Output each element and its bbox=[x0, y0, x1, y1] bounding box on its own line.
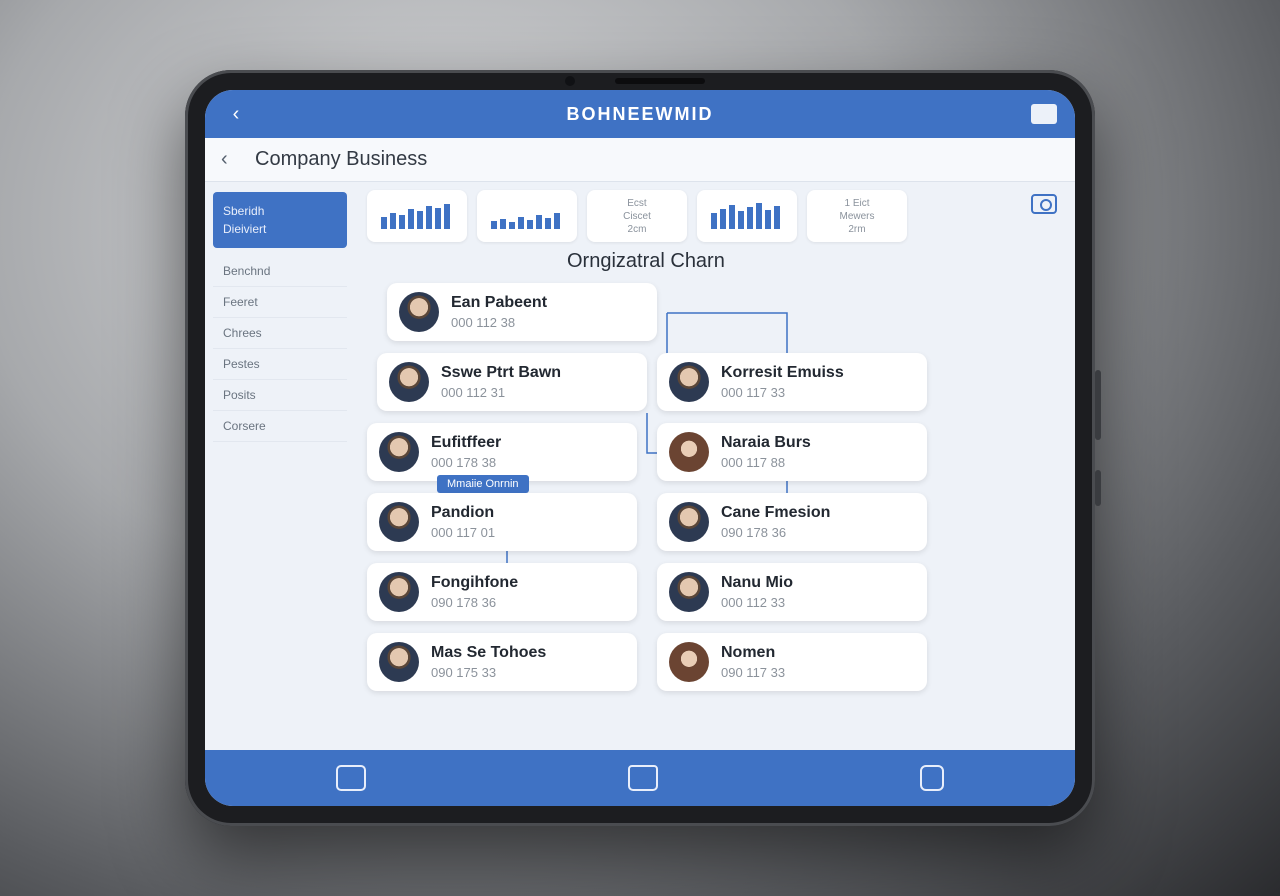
bar-sparkline bbox=[491, 213, 560, 229]
sidebar-item[interactable]: Chrees bbox=[213, 318, 347, 349]
kpi-bar-widget[interactable] bbox=[477, 190, 577, 242]
sidebar: Sberidh Dieiviert Benchnd Feeret Chrees … bbox=[205, 182, 355, 702]
employee-card[interactable]: Mas Se Tohoes 090 175 33 bbox=[367, 633, 637, 691]
sidebar-item[interactable]: Posits bbox=[213, 380, 347, 411]
employee-phone: 090 178 36 bbox=[431, 595, 497, 610]
employee-name: Ean Pabeent bbox=[451, 294, 548, 311]
back-icon[interactable]: ‹ bbox=[223, 101, 249, 127]
sidebar-item[interactable]: Benchnd bbox=[213, 256, 347, 287]
employee-name: Pandion bbox=[431, 504, 495, 521]
org-chart: Ean Pabeent 000 112 38 Sswe Ptrt Bawn 000 1… bbox=[367, 283, 1063, 703]
employee-phone: 090 117 33 bbox=[721, 665, 786, 680]
employee-name: Fongihfone bbox=[431, 574, 519, 591]
employee-card[interactable]: Korresit Emuiss 000 117 33 bbox=[657, 353, 927, 411]
avatar bbox=[379, 642, 419, 682]
employee-name: Naraia Burs bbox=[721, 434, 811, 451]
employee-phone: 000 117 01 bbox=[431, 525, 496, 540]
page-title: Company Business bbox=[255, 148, 428, 170]
employee-name: Cane Fmesion bbox=[721, 504, 831, 521]
avatar bbox=[379, 502, 419, 542]
home-icon[interactable] bbox=[628, 765, 658, 791]
kpi-text-widget[interactable]: Ecst Ciscet 2cm bbox=[587, 190, 687, 242]
kpi-bar-widget[interactable] bbox=[697, 190, 797, 242]
employee-card[interactable]: Ean Pabeent 000 112 38 bbox=[387, 283, 657, 341]
front-camera bbox=[565, 76, 575, 86]
employee-name: Mas Se Tohoes bbox=[431, 644, 547, 661]
sidebar-header-line: Dieiviert bbox=[223, 222, 267, 236]
avatar bbox=[379, 432, 419, 472]
main-content: Ecst Ciscet 2cm 1 Eict Mewers 2rm Orngiz… bbox=[355, 182, 1075, 702]
employee-card[interactable]: Cane Fmesion 090 178 36 bbox=[657, 493, 927, 551]
avatar bbox=[669, 502, 709, 542]
employee-phone: 000 117 88 bbox=[721, 455, 786, 470]
employee-card[interactable]: Nanu Mio 000 112 33 bbox=[657, 563, 927, 621]
employee-phone: 090 175 33 bbox=[431, 665, 497, 680]
kpi-bar-widget[interactable] bbox=[367, 190, 467, 242]
employee-phone: 000 112 38 bbox=[451, 315, 516, 330]
employee-name: Sswe Ptrt Bawn bbox=[441, 364, 562, 381]
employee-card[interactable]: Naraia Burs 000 117 88 bbox=[657, 423, 927, 481]
employee-phone: 000 117 33 bbox=[721, 385, 786, 400]
sidebar-item[interactable]: Corsere bbox=[213, 411, 347, 442]
org-chart-title: Orngizatral Charn bbox=[567, 250, 725, 272]
employee-phone: 000 112 31 bbox=[441, 385, 506, 400]
employee-card[interactable]: Fongihfone 090 178 36 bbox=[367, 563, 637, 621]
avatar bbox=[669, 572, 709, 612]
camera-icon[interactable] bbox=[1031, 194, 1057, 214]
employee-name: Nomen bbox=[721, 644, 776, 661]
bar-sparkline bbox=[711, 203, 780, 229]
calendar-icon[interactable] bbox=[336, 765, 366, 791]
employee-card[interactable]: Eufitffeer 000 178 38 Mmaiie Onrnin bbox=[367, 423, 637, 493]
employee-name: Korresit Emuiss bbox=[721, 364, 844, 381]
sidebar-item[interactable]: Pestes bbox=[213, 349, 347, 380]
app-brand: BOHNEEWMID bbox=[566, 103, 714, 124]
power-button bbox=[1095, 470, 1101, 506]
avatar bbox=[669, 362, 709, 402]
employee-phone: 000 112 33 bbox=[721, 595, 786, 610]
kpi-row: Ecst Ciscet 2cm 1 Eict Mewers 2rm bbox=[367, 190, 1063, 242]
employee-card[interactable]: Nomen 090 117 33 bbox=[657, 633, 927, 691]
employee-phone: 090 178 36 bbox=[721, 525, 787, 540]
kpi-text-line: Ciscet bbox=[623, 210, 651, 222]
menu-icon[interactable] bbox=[1031, 104, 1057, 124]
employee-card[interactable]: Sswe Ptrt Bawn 000 112 31 bbox=[377, 353, 647, 411]
sidebar-item[interactable]: Feeret bbox=[213, 287, 347, 318]
avatar bbox=[389, 362, 429, 402]
employee-phone: 000 178 38 bbox=[431, 455, 497, 470]
lock-icon[interactable] bbox=[920, 765, 944, 791]
sidebar-header[interactable]: Sberidh Dieiviert bbox=[213, 192, 347, 248]
avatar bbox=[669, 432, 709, 472]
volume-button bbox=[1095, 370, 1101, 440]
sidebar-header-line: Sberidh bbox=[223, 204, 265, 218]
top-bar: ‹ BOHNEEWMID bbox=[205, 90, 1075, 138]
kpi-text-line: 2cm bbox=[627, 223, 647, 235]
avatar bbox=[669, 642, 709, 682]
employee-card[interactable]: Pandion 000 117 01 bbox=[367, 493, 637, 551]
chevron-left-icon[interactable]: ‹ bbox=[221, 148, 245, 171]
role-badge[interactable]: Mmaiie Onrnin bbox=[437, 475, 529, 493]
avatar bbox=[399, 292, 439, 332]
kpi-text-widget[interactable]: 1 Eict Mewers 2rm bbox=[807, 190, 907, 242]
employee-name: Nanu Mio bbox=[721, 574, 793, 591]
kpi-text-line: Mewers bbox=[839, 210, 875, 222]
bar-sparkline bbox=[381, 204, 450, 229]
bottom-nav bbox=[205, 750, 1075, 806]
earpiece-speaker bbox=[615, 78, 705, 84]
app-screen: ‹ BOHNEEWMID ‹ Company Business Sberidh … bbox=[205, 90, 1075, 806]
sub-header: ‹ Company Business bbox=[205, 138, 1075, 182]
avatar bbox=[379, 572, 419, 612]
kpi-text-line: 1 Eict bbox=[844, 197, 870, 209]
phone-frame: ‹ BOHNEEWMID ‹ Company Business Sberidh … bbox=[185, 70, 1101, 826]
kpi-text-line: Ecst bbox=[627, 197, 647, 209]
employee-name: Eufitffeer bbox=[431, 434, 502, 451]
kpi-text-line: 2rm bbox=[848, 223, 866, 235]
